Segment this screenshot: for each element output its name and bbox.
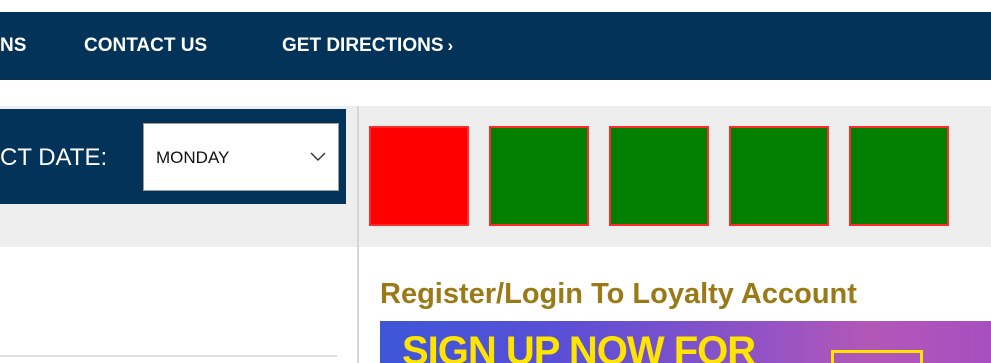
left-divider-line bbox=[0, 355, 337, 357]
promo-text: SIGN UP NOW FOR bbox=[402, 329, 756, 363]
select-date-label: CT DATE: bbox=[0, 144, 108, 171]
nav-item-get-directions-label: GET DIRECTIONS bbox=[282, 35, 444, 56]
top-nav: NS CONTACT US GET DIRECTIONS › bbox=[0, 12, 991, 80]
pane-divider bbox=[357, 106, 359, 363]
nav-item-contact-us[interactable]: CONTACT US bbox=[84, 12, 207, 80]
day-square-4[interactable] bbox=[729, 126, 829, 226]
day-square-1[interactable] bbox=[369, 126, 469, 226]
left-pane bbox=[0, 247, 357, 363]
signup-promo-banner[interactable]: SIGN UP NOW FOR bbox=[380, 321, 991, 363]
loyalty-title[interactable]: Register/Login To Loyalty Account bbox=[380, 276, 857, 312]
nav-item-partial[interactable]: NS bbox=[0, 12, 26, 80]
chevron-right-icon: › bbox=[447, 36, 454, 55]
date-select-value: MONDAY bbox=[156, 148, 230, 167]
date-select-dropdown[interactable]: MONDAY bbox=[143, 123, 339, 191]
day-square-2[interactable] bbox=[489, 126, 589, 226]
day-square-5[interactable] bbox=[849, 126, 949, 226]
promo-frame-graphic bbox=[831, 350, 923, 363]
chevron-down-icon bbox=[310, 152, 326, 161]
nav-item-get-directions[interactable]: GET DIRECTIONS › bbox=[282, 12, 453, 80]
day-square-3[interactable] bbox=[609, 126, 709, 226]
